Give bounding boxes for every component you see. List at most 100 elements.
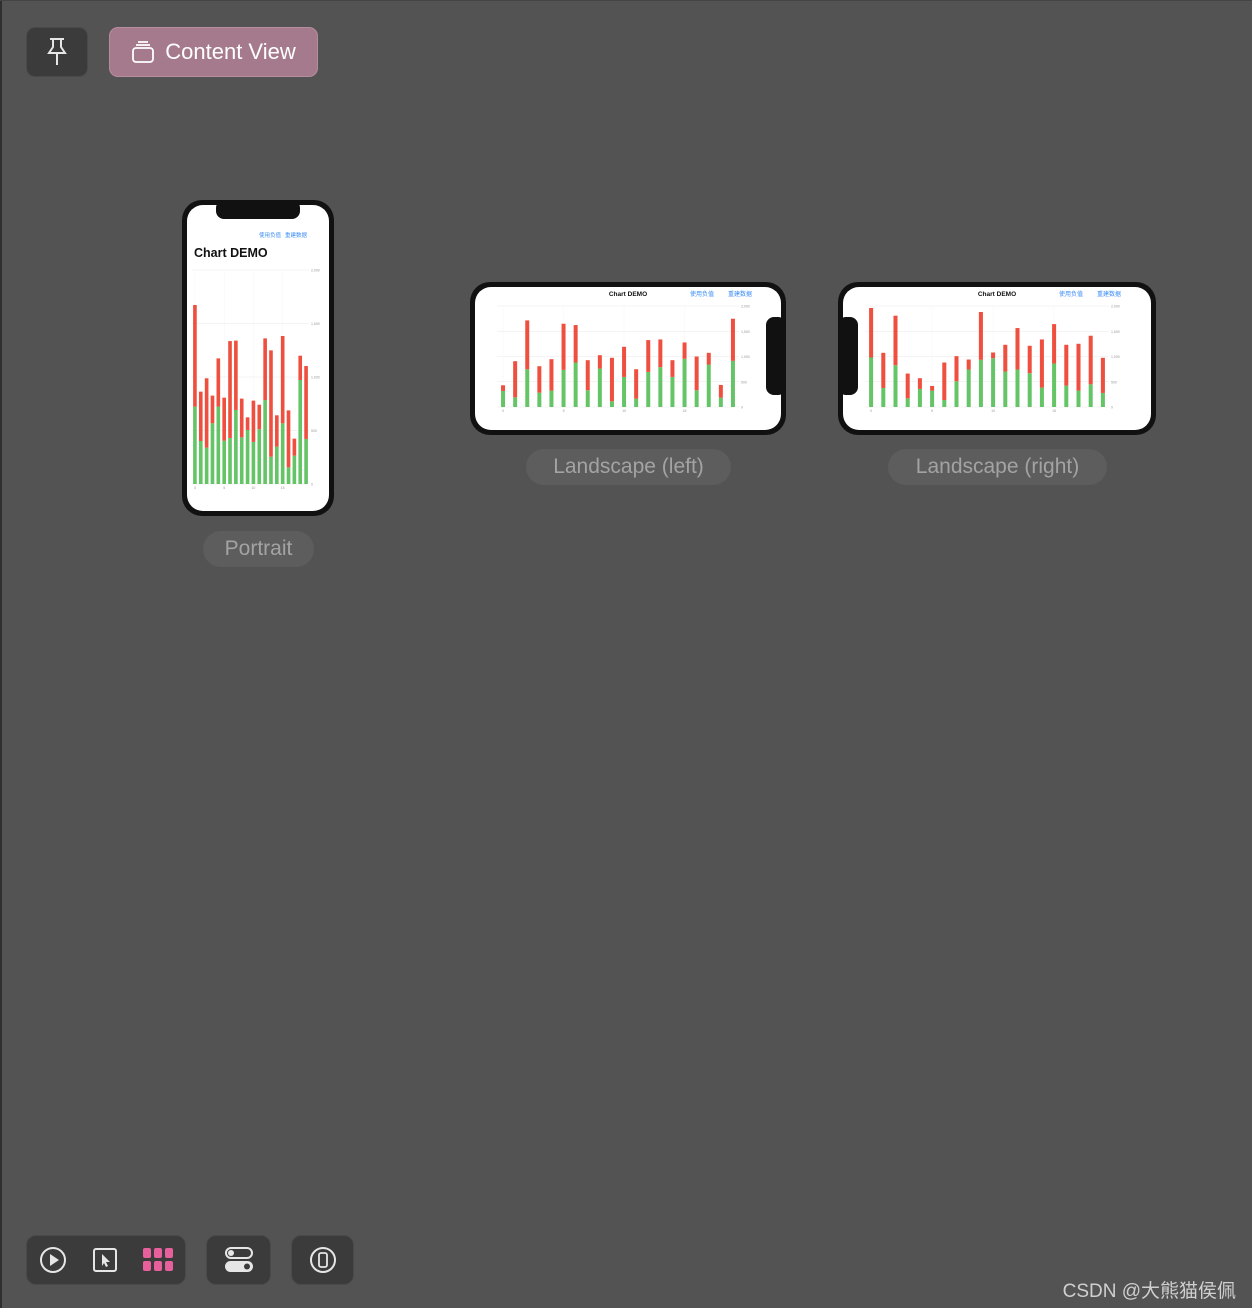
bar-segment-green [978, 359, 983, 407]
bar-segment-red [730, 318, 735, 361]
bar-segment-red [905, 373, 910, 399]
bar-segment-green [905, 398, 910, 407]
watermark: CSDN @大熊猫侯佩 [1062, 1281, 1236, 1302]
bar-segment-red [1100, 357, 1105, 393]
bar-segment-red [646, 340, 651, 372]
x-tick-label: 5 [223, 486, 225, 490]
bar-segment-red [537, 366, 542, 393]
bar-segment-green [1039, 387, 1044, 407]
bar-segment-green [269, 456, 273, 484]
bar-segment-red [942, 362, 947, 400]
preview-portrait[interactable]: Chart DEMO 使用负值 重建数据 0 500 1,000 1,500 2,000 0 5 1… [182, 200, 334, 516]
bar-segment-red [978, 312, 983, 360]
bar-segment-green [1003, 371, 1008, 407]
bar-segment-green [917, 388, 922, 407]
variants-toggle-icon [224, 1247, 253, 1272]
bar-segment-green [609, 401, 614, 407]
bar-segment-red [658, 339, 663, 368]
device-notch [766, 317, 786, 395]
bar-segment-green [597, 368, 602, 407]
bar-segment-green [275, 446, 279, 484]
device-frame: Chart DEMO 使用负值 重建数据 0 500 1,000 1,500 2,000 0 5 1… [838, 282, 1156, 435]
bar-segment-red [263, 338, 267, 401]
bar-segment-green [1064, 385, 1069, 407]
bar-segment-green [263, 400, 267, 484]
bar-segment-red [930, 385, 935, 391]
rebuild-data-button[interactable]: 重建数据 [1097, 290, 1121, 298]
bar-segment-green [573, 362, 578, 407]
bar-segment-red [257, 404, 262, 430]
y-tick-label: 2,000 [1111, 305, 1120, 309]
bar-segment-green [658, 367, 663, 407]
use-negative-values-button[interactable]: 使用负值 [690, 290, 714, 298]
bar-segment-red [670, 360, 675, 377]
pin-preview-button[interactable] [26, 27, 88, 77]
bar-segment-green [1076, 390, 1081, 407]
use-negative-values-button[interactable]: 使用负值 [259, 231, 282, 239]
bar-segment-green [251, 441, 256, 484]
preview-landscape-right[interactable]: Chart DEMO 使用负值 重建数据 0 500 1,000 1,500 2,000 0 5 1… [838, 282, 1156, 435]
preview-mode-group [26, 1235, 186, 1285]
x-tick-label: 0 [870, 409, 872, 413]
bar-segment-green [525, 369, 530, 407]
preview-label-landscape-left: Landscape (left) [526, 449, 731, 485]
bar-segment-green [298, 379, 303, 484]
bar-segment-red [204, 378, 209, 448]
bar-segment-red [1064, 344, 1069, 386]
x-tick-label: 10 [622, 409, 626, 413]
y-tick-label: 500 [741, 380, 747, 384]
bar-segment-green [718, 397, 723, 407]
bar-segment-red [525, 320, 530, 370]
bar-segment-green [245, 429, 250, 484]
y-tick-label: 0 [741, 406, 743, 410]
bar-segment-green [694, 390, 699, 407]
bar-segment-red [1015, 328, 1020, 370]
bar-segment-green [561, 369, 566, 407]
select-cursor-icon[interactable] [92, 1247, 118, 1273]
rebuild-data-button[interactable]: 重建数据 [728, 290, 752, 298]
device-settings-button[interactable] [291, 1235, 354, 1285]
x-tick-label: 10 [991, 409, 995, 413]
bar-segment-red [893, 315, 898, 366]
y-tick-label: 1,500 [1111, 330, 1120, 334]
bar-segment-red [234, 340, 238, 410]
bar-segment-red [501, 385, 506, 391]
x-tick-label: 5 [563, 409, 565, 413]
play-icon[interactable] [39, 1246, 67, 1274]
bar-segment-red [573, 325, 578, 363]
bar-segment-green [869, 357, 874, 407]
content-view-button[interactable]: Content View [109, 27, 318, 77]
bar-segment-red [222, 397, 226, 441]
bar-segment-green [280, 423, 285, 484]
bar-segment-green [222, 440, 226, 484]
rebuild-data-button[interactable]: 重建数据 [285, 231, 308, 239]
bar-segment-green [893, 365, 898, 407]
bar-segment-green [670, 376, 675, 407]
bar-segment-red [292, 438, 297, 456]
bar-segment-green [304, 438, 308, 484]
bar-segment-red [609, 357, 614, 402]
y-tick-label: 1,500 [311, 322, 320, 326]
bar-segment-green [585, 390, 590, 407]
bar-segment-red [549, 359, 554, 391]
bar-segment-green [881, 387, 886, 407]
bar-segment-red [280, 336, 285, 424]
y-tick-label: 500 [1111, 380, 1117, 384]
bar-segment-green [966, 369, 971, 407]
bar-segment-green [193, 406, 197, 484]
variants-button[interactable] [206, 1235, 271, 1285]
preview-label-landscape-right: Landscape (right) [888, 449, 1107, 485]
device-notch [216, 200, 300, 219]
bar-segment-red [1088, 335, 1093, 385]
bar-segment-green [730, 360, 735, 407]
use-negative-values-button[interactable]: 使用负值 [1059, 290, 1083, 298]
bar-segment-red [228, 341, 232, 438]
bar-segment-red [513, 361, 518, 398]
y-tick-label: 2,000 [311, 269, 320, 273]
bar-segment-red [210, 395, 215, 424]
bar-segment-red [1052, 324, 1057, 364]
bar-segment-red [1039, 339, 1044, 388]
preview-landscape-left[interactable]: Chart DEMO 使用负值 重建数据 0 500 1,000 1,500 2,000 0 5 1… [470, 282, 786, 435]
bar-segment-green [930, 390, 935, 407]
grid-icon[interactable] [142, 1248, 173, 1272]
